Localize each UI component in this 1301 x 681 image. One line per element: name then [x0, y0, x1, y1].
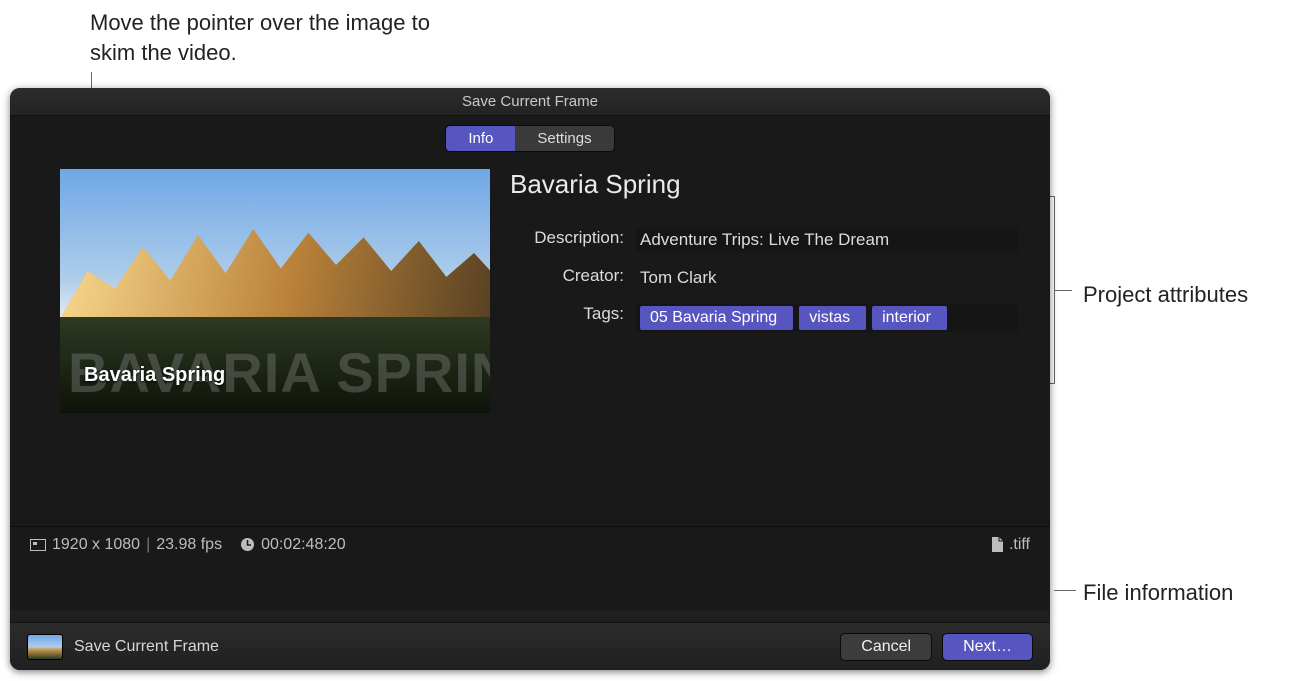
label-tags: Tags: [510, 304, 636, 332]
next-button[interactable]: Next… [943, 634, 1032, 660]
window-footer: Save Current Frame Cancel Next… [10, 622, 1050, 670]
save-current-frame-window: Save Current Frame Info Settings BAVARIA… [10, 88, 1050, 670]
callout-file-information: File information [1083, 578, 1301, 608]
creator-value[interactable]: Tom Clark [636, 266, 1018, 290]
cancel-button[interactable]: Cancel [841, 634, 931, 660]
file-extension: .tiff [1009, 536, 1030, 554]
footer-label: Save Current Frame [74, 638, 829, 656]
window-title: Save Current Frame [10, 88, 1050, 116]
file-info-bar: 1920 x 1080 | 23.98 fps 00:02:48:20 .tif… [10, 526, 1050, 562]
project-title[interactable]: Bavaria Spring [510, 169, 1018, 200]
tab-settings[interactable]: Settings [515, 126, 613, 151]
description-field[interactable]: Adventure Trips: Live The Dream [636, 228, 1018, 252]
project-attributes: Bavaria Spring Description: Adventure Tr… [510, 169, 1022, 413]
footer-thumbnail-icon [28, 635, 62, 659]
callout-thumbnail-skim: Move the pointer over the image to skim … [90, 8, 450, 67]
fps-value: 23.98 fps [156, 536, 222, 554]
video-thumbnail[interactable]: BAVARIA SPRING Bavaria Spring [60, 169, 490, 413]
callout-project-attributes: Project attributes [1083, 280, 1283, 310]
timecode-value: 00:02:48:20 [261, 536, 346, 554]
tag-chip[interactable]: vistas [799, 306, 866, 330]
label-description: Description: [510, 228, 636, 252]
tags-field[interactable]: 05 Bavaria Spring vistas interior [636, 304, 1018, 332]
label-creator: Creator: [510, 266, 636, 290]
dimensions-value: 1920 x 1080 [52, 536, 140, 554]
tag-chip[interactable]: interior [872, 306, 947, 330]
tag-chip[interactable]: 05 Bavaria Spring [640, 306, 793, 330]
clock-icon [240, 537, 255, 552]
dimensions-icon [30, 539, 46, 551]
file-icon [991, 537, 1003, 552]
tab-bar: Info Settings [10, 116, 1050, 151]
tab-info[interactable]: Info [446, 126, 515, 151]
thumbnail-overlay-title: Bavaria Spring [84, 364, 225, 387]
